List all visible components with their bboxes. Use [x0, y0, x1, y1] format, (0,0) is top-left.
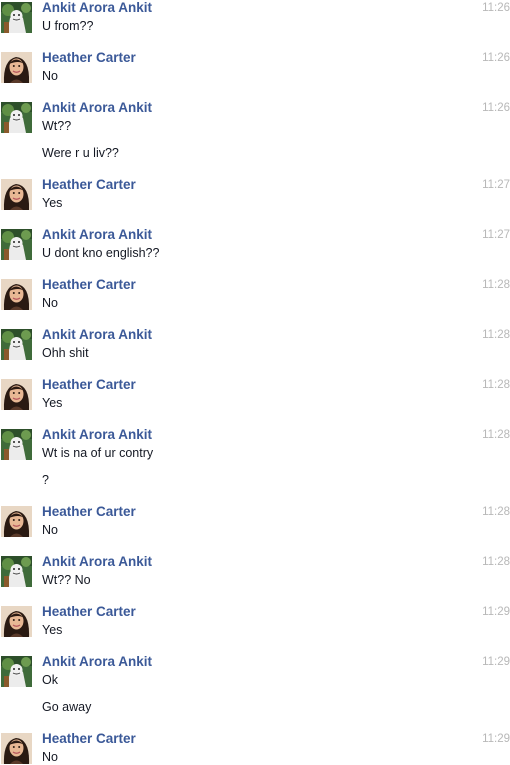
ankit-avatar-icon[interactable] [1, 2, 32, 33]
sender-name[interactable]: Ankit Arora Ankit [42, 100, 152, 116]
message-timestamp: 11:28 [482, 329, 510, 341]
ankit-avatar-icon[interactable] [1, 556, 32, 587]
sender-name[interactable]: Ankit Arora Ankit [42, 554, 152, 570]
sender-name[interactable]: Heather Carter [42, 50, 136, 66]
sender-name[interactable]: Heather Carter [42, 177, 136, 193]
message-timestamp: 11:29 [482, 606, 510, 618]
ankit-avatar-icon[interactable] [1, 229, 32, 260]
message-timestamp: 11:28 [482, 279, 510, 291]
message-text: Yes [42, 196, 63, 210]
message-timestamp: 11:28 [482, 556, 510, 568]
heather-avatar-icon[interactable] [1, 506, 32, 537]
heather-avatar-icon[interactable] [1, 379, 32, 410]
sender-name[interactable]: Heather Carter [42, 504, 136, 520]
sender-name[interactable]: Ankit Arora Ankit [42, 227, 152, 243]
message-text: U dont kno english?? [42, 246, 160, 260]
message-timestamp: 11:28 [482, 429, 510, 441]
message-timestamp: 11:26 [482, 102, 510, 114]
ankit-avatar-icon[interactable] [1, 329, 32, 360]
sender-name[interactable]: Heather Carter [42, 277, 136, 293]
message-text: Wt?? [42, 119, 72, 133]
message-timestamp: 11:28 [482, 506, 510, 518]
message-text: Were r u liv?? [42, 146, 119, 160]
heather-avatar-icon[interactable] [1, 52, 32, 83]
message-timestamp: 11:27 [482, 179, 510, 191]
message-text: No [42, 750, 58, 764]
message-text: Wt?? No [42, 573, 91, 587]
message-timestamp: 11:28 [482, 379, 510, 391]
sender-name[interactable]: Ankit Arora Ankit [42, 654, 152, 670]
message-text: No [42, 296, 58, 310]
sender-name[interactable]: Ankit Arora Ankit [42, 0, 152, 16]
sender-name[interactable]: Ankit Arora Ankit [42, 427, 152, 443]
ankit-avatar-icon[interactable] [1, 102, 32, 133]
message-text: Yes [42, 623, 63, 637]
message-text: No [42, 523, 58, 537]
message-text: Yes [42, 396, 63, 410]
message-text: U from?? [42, 19, 94, 33]
message-text: Wt is na of ur contry [42, 446, 154, 460]
heather-avatar-icon[interactable] [1, 179, 32, 210]
sender-name[interactable]: Ankit Arora Ankit [42, 327, 152, 343]
ankit-avatar-icon[interactable] [1, 429, 32, 460]
message-timestamp: 11:27 [482, 229, 510, 241]
chat-message-list: Ankit Arora Ankit 11:26 U from?? Heather Ca… [0, 0, 510, 764]
message-timestamp: 11:26 [482, 52, 510, 64]
message-text: Go away [42, 700, 92, 714]
sender-name[interactable]: Heather Carter [42, 377, 136, 393]
message-text: No [42, 69, 58, 83]
heather-avatar-icon[interactable] [1, 733, 32, 764]
message-text: ? [42, 473, 49, 487]
heather-avatar-icon[interactable] [1, 606, 32, 637]
sender-name[interactable]: Heather Carter [42, 731, 136, 747]
message-timestamp: 11:29 [482, 733, 510, 745]
message-timestamp: 11:29 [482, 656, 510, 668]
ankit-avatar-icon[interactable] [1, 656, 32, 687]
sender-name[interactable]: Heather Carter [42, 604, 136, 620]
message-text: Ok [42, 673, 58, 687]
message-timestamp: 11:26 [482, 2, 510, 14]
message-text: Ohh shit [42, 346, 89, 360]
heather-avatar-icon[interactable] [1, 279, 32, 310]
